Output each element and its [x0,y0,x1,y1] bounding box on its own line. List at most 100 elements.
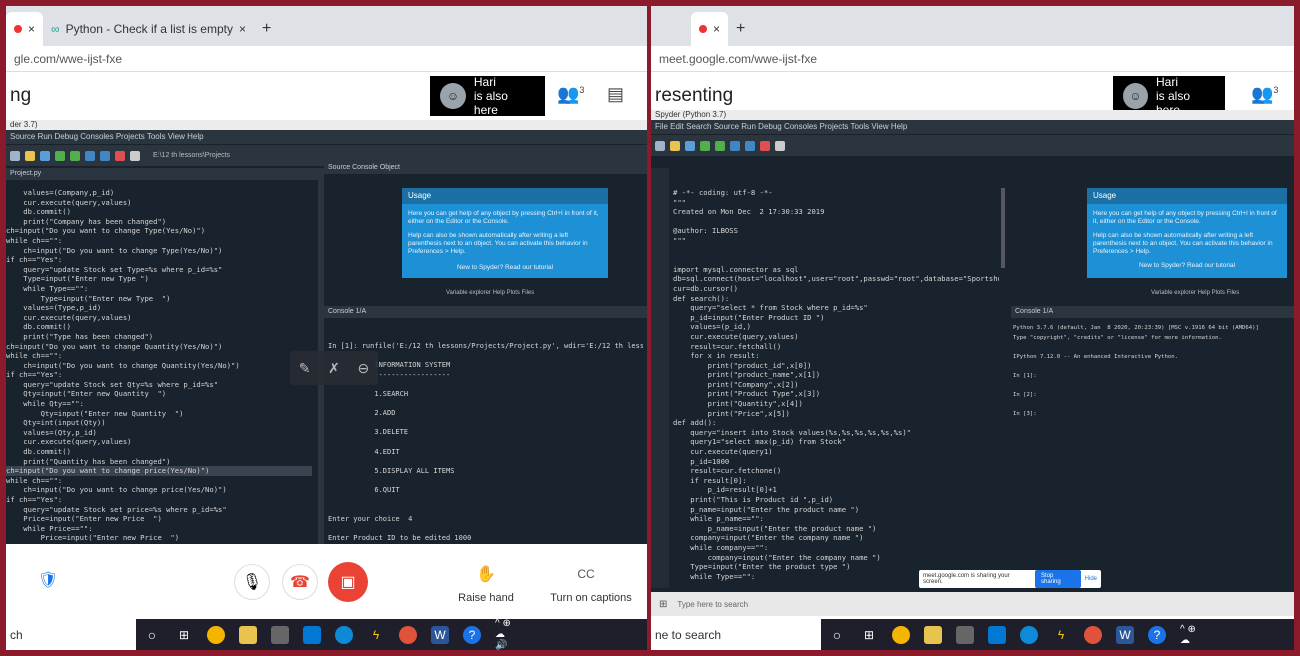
step-icon[interactable] [745,140,755,151]
captions-label[interactable]: Turn on captions [546,592,636,604]
code-editor[interactable]: # -*- coding: utf-8 -*- """ Created on Mon… [673,188,999,588]
var-explorer-tabs[interactable]: Variable explorer Help Plots Files [1151,290,1239,296]
pin-icon[interactable]: ✎ [299,360,311,377]
end-call-icon[interactable]: ☎ [282,564,318,600]
tutorial-link[interactable]: New to Spyder? Read our tutorial [408,264,602,272]
app-icon[interactable] [399,625,417,644]
stop-icon[interactable] [760,140,770,151]
code-line: print("Product Type",x[3]) [673,389,821,399]
browser-tab-python[interactable]: ∞ Python - Check if a list is empty × [43,12,254,46]
run-cell-icon[interactable] [715,140,725,151]
var-explorer-tabs[interactable]: Variable explorer Help Plots Files [446,290,534,296]
app-icon[interactable] [1084,625,1102,644]
word-icon[interactable]: W [1116,625,1134,644]
code-line: while ch=="": [6,351,63,361]
mic-icon[interactable]: 🎙 [234,564,270,600]
code-line: # -*- coding: utf-8 -*- [673,188,773,197]
inner-search[interactable]: Type here to search [677,600,748,609]
working-directory[interactable]: E:\12 th lessons\Projects [153,152,230,159]
help-icon[interactable]: ? [1148,625,1166,644]
spyder-icon[interactable]: ϟ [1052,626,1070,644]
spyder-icon[interactable]: ϟ [367,626,385,644]
console-tab[interactable]: Console 1/A [1011,306,1294,318]
code-line: print("Quantity has been changed") [6,456,171,466]
tutorial-link[interactable]: New to Spyder? Read our tutorial [1093,262,1281,270]
store-icon[interactable] [956,625,974,644]
ide-menubar[interactable]: File Edit Search Source Run Debug Consol… [651,120,1294,134]
settings-icon[interactable] [775,140,785,151]
security-icon[interactable]: 🛡 [36,568,60,592]
people-icon[interactable]: 👥3 [1251,84,1278,105]
new-tab-button[interactable]: + [254,12,279,46]
camera-off-icon[interactable]: ▣ [328,562,368,602]
tab-close-icon[interactable]: × [713,22,720,36]
code-line: for x in result: [673,351,760,361]
tab-close-icon[interactable]: × [239,22,246,36]
new-tab-button[interactable]: + [728,12,753,46]
ipython-console[interactable]: Python 3.7.6 (default, Jan 8 2020, 20:23… [1013,324,1293,444]
file-explorer-icon[interactable] [924,625,942,644]
hide-button[interactable]: Hide [1085,576,1097,582]
mute-icon[interactable]: ✗ [328,360,340,377]
open-icon[interactable] [25,150,35,161]
minimize-icon[interactable]: ⊖ [357,360,369,377]
browser-tab-meet[interactable]: × [691,12,729,46]
mail-icon[interactable] [988,625,1006,644]
code-line: cur=db.cursor() [673,283,738,293]
captions-icon[interactable]: CC [576,564,596,584]
editor-scrollbar[interactable] [1001,188,1005,268]
help-pane-tabs[interactable]: Source Console Object [324,162,647,174]
mail-icon[interactable] [303,625,321,644]
new-file-icon[interactable] [655,140,665,151]
task-view-icon[interactable]: ⊞ [175,626,193,644]
new-file-icon[interactable] [10,150,20,161]
tab-close-icon[interactable]: × [28,22,35,36]
save-icon[interactable] [685,140,695,151]
run-icon[interactable] [55,150,65,161]
share-text: meet.google.com is sharing your screen. [923,573,1010,585]
taskbar-search[interactable]: ne to search [651,617,821,650]
code-editor[interactable]: values=(Company,p_id) cur.execute(query,… [6,188,312,544]
code-line: 3.DELETE [328,428,409,437]
system-tray-icon[interactable]: ^ ⊕ ☁ 🔊 [495,618,513,650]
word-icon[interactable]: W [431,625,449,644]
debug-icon[interactable] [730,140,740,151]
system-tray-icon[interactable]: ^ ⊕ ☁ [1180,624,1198,646]
save-icon[interactable] [40,150,50,161]
open-icon[interactable] [670,140,680,151]
store-icon[interactable] [271,625,289,644]
code-line: Created on Mon Dec 2 17:30:33 2019 [673,207,825,217]
address-bar[interactable]: gle.com/wwe-ijst-fxe [6,46,647,72]
edge-icon[interactable] [335,625,353,644]
taskbar-search[interactable]: ch [6,617,136,650]
people-icon[interactable]: 👥3 [557,84,584,105]
code-line: print("Price",x[5]) [673,408,790,418]
step-icon[interactable] [100,150,110,161]
chrome-icon[interactable] [892,625,910,644]
code-line: query1="select max(p_id) from Stock" [673,437,847,447]
ide-menubar[interactable]: Source Run Debug Consoles Projects Tools… [6,130,647,144]
stop-icon[interactable] [115,150,125,161]
editor-tab[interactable]: Project.py [6,168,318,180]
cortana-icon[interactable]: ○ [828,626,846,644]
cortana-icon[interactable]: ○ [143,626,161,644]
raise-hand-icon[interactable]: ✋ [476,564,496,584]
windows-start-icon[interactable]: ⊞ [651,599,667,610]
edge-icon[interactable] [1020,625,1038,644]
run-icon[interactable] [700,140,710,151]
task-view-icon[interactable]: ⊞ [860,626,878,644]
file-explorer-icon[interactable] [239,625,257,644]
chrome-icon[interactable] [207,625,225,644]
debug-icon[interactable] [85,150,95,161]
console-tab[interactable]: Console 1/A [324,306,647,318]
settings-icon[interactable] [130,150,140,161]
raise-hand-label[interactable]: Raise hand [456,592,516,604]
help-icon[interactable]: ? [463,625,481,644]
screen-share-notice: meet.google.com is sharing your screen. … [919,570,1101,588]
chat-icon[interactable]: ▤ [607,84,624,105]
stop-sharing-button[interactable]: Stop sharing [1034,570,1081,588]
address-bar[interactable]: meet.google.com/wwe-ijst-fxe [651,46,1294,72]
run-cell-icon[interactable] [70,150,80,161]
browser-tab-meet[interactable]: × [6,12,44,46]
